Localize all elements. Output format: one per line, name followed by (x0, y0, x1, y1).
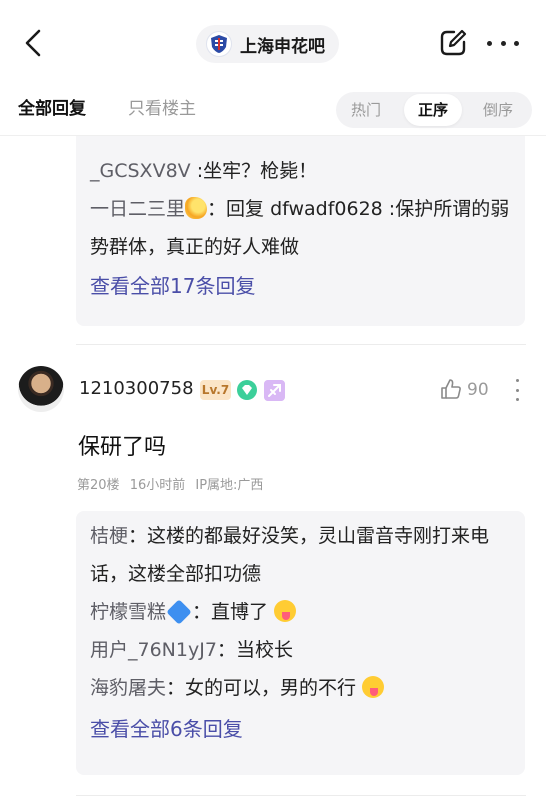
chevron-left-icon (25, 29, 41, 57)
sub-reply-text: 女的可以，男的不行 (185, 677, 357, 699)
sub-reply-author[interactable]: _GCSXV8V (90, 160, 191, 182)
sort-toggle: 热门 正序 倒序 (336, 92, 532, 128)
floor-number: 第20楼 (77, 478, 120, 493)
ip-location: IP属地:广西 (195, 478, 264, 493)
sub-reply-author[interactable]: 柠檬雪糕 (90, 601, 166, 623)
tab-all-replies[interactable]: 全部回复 (18, 94, 86, 119)
sub-reply[interactable]: 一日二三里 ：回复 dfwadf0628 :保护所谓的弱势群体，真正的好人难做 (90, 190, 511, 266)
edit-icon (440, 29, 467, 56)
sub-reply[interactable]: 桔梗：这楼的都最好没笑，灵山雷音寺刚打来电话，这楼全部扣功德 (90, 517, 510, 593)
avatar[interactable] (18, 366, 64, 412)
more-button[interactable] (487, 30, 519, 56)
more-icon-dot (515, 379, 519, 382)
more-icon-dot (515, 388, 519, 392)
gem-badge-icon (237, 380, 257, 400)
more-icon-dot (514, 40, 519, 46)
blue-diamond-icon (166, 599, 192, 625)
post-meta: 第20楼 16小时前 IP属地:广西 (77, 474, 269, 493)
sparkle-emoji-icon (185, 197, 208, 219)
forum-name: 上海申花吧 (240, 36, 325, 57)
username[interactable]: 1210300758 (79, 378, 194, 399)
sub-reply[interactable]: _GCSXV8V :坐牢？枪毙！ (90, 152, 511, 190)
view-all-replies-link[interactable]: 查看全部6条回复 (90, 709, 511, 749)
sub-reply[interactable]: 柠檬雪糕 ：直博了 (90, 593, 511, 631)
sub-reply-text: 这楼的都最好没笑，灵山雷音寺刚打来电话，这楼全部扣功德 (90, 525, 490, 585)
top-bar: 上海申花吧 (0, 0, 546, 88)
view-all-replies-link[interactable]: 查看全部17条回复 (90, 266, 511, 306)
sub-reply-author[interactable]: 用户_76N1yJ7 (90, 639, 217, 661)
divider (76, 795, 526, 796)
like-count: 90 (467, 380, 489, 400)
tongue-emoji-icon (274, 600, 297, 622)
post-content: 保研了吗 (78, 435, 167, 460)
tongue-emoji-icon (362, 676, 385, 698)
level-badge: Lv.7 (200, 380, 231, 400)
forum-logo-icon (206, 31, 232, 57)
sub-reply[interactable]: 海豹屠夫：女的可以，男的不行 (90, 669, 511, 707)
sort-descending[interactable]: 倒序 (470, 97, 526, 123)
thumbs-up-icon[interactable] (440, 378, 462, 400)
post-more-button[interactable] (514, 379, 520, 401)
sub-reply-author[interactable]: 桔梗 (90, 525, 128, 547)
tab-owner-only[interactable]: 只看楼主 (128, 94, 196, 119)
sort-hot[interactable]: 热门 (338, 97, 394, 123)
forum-button[interactable]: 上海申花吧 (196, 25, 339, 63)
sub-reply-text: 当校长 (235, 639, 293, 661)
sub-reply-text: 坐牢？枪毙！ (203, 160, 318, 182)
reply-preview-box[interactable]: _GCSXV8V :坐牢？枪毙！ 一日二三里 ：回复 dfwadf0628 :保护… (76, 118, 525, 326)
post-time: 16小时前 (129, 478, 186, 493)
reply-preview-box[interactable]: 桔梗：这楼的都最好没笑，灵山雷音寺刚打来电话，这楼全部扣功德 柠檬雪糕 ：直博了 … (76, 511, 525, 775)
edit-button[interactable] (438, 28, 468, 58)
more-icon-dot (500, 40, 506, 46)
back-button[interactable] (22, 28, 46, 58)
sub-reply-text: 直博了 (211, 601, 269, 623)
more-icon-dot (515, 398, 519, 401)
reply-tabs: 全部回复 只看楼主 热门 正序 倒序 (0, 88, 546, 136)
more-icon-dot (487, 40, 492, 46)
sagittarius-icon (264, 380, 285, 401)
sub-reply-author[interactable]: 海豹屠夫 (90, 677, 166, 699)
divider (76, 344, 526, 345)
sub-reply[interactable]: 用户_76N1yJ7：当校长 (90, 631, 511, 669)
sub-reply-author[interactable]: 一日二三里 (90, 198, 185, 220)
sort-ascending[interactable]: 正序 (404, 94, 462, 126)
